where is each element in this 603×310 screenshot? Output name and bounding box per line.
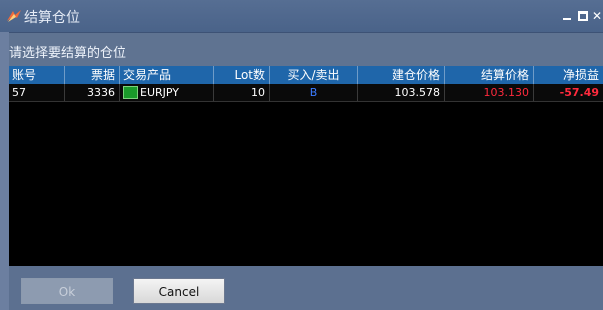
cell-lots: 10 [214, 84, 270, 101]
column-header-close-price[interactable]: 结算价格 [445, 66, 534, 84]
flag-icon [123, 85, 138, 99]
window-frame [0, 32, 9, 310]
cell-ticket: 3336 [65, 84, 120, 101]
cell-close-price: 103.130 [445, 84, 534, 101]
title-bar[interactable]: 结算仓位 ✕ [0, 0, 603, 33]
cell-pnl: -57.49 [559, 86, 599, 99]
column-header-account[interactable]: 账号 [9, 66, 65, 84]
table-row[interactable]: 57 3336 EURJPY 10 B 103.578 103.130 -57.… [9, 84, 603, 102]
cell-symbol: EURJPY [120, 84, 214, 101]
cell-open-price: 103.578 [358, 84, 445, 101]
table-header: 账号 票据 交易产品 Lot数 买入/卖出 建仓价格 结算价格 净损益 [9, 66, 603, 84]
column-header-ticket[interactable]: 票据 [65, 66, 120, 84]
maximize-button[interactable] [578, 11, 588, 21]
button-bar: Ok Cancel [9, 266, 603, 310]
ok-button[interactable]: Ok [21, 278, 113, 304]
column-header-lots[interactable]: Lot数 [214, 66, 270, 84]
cell-side: B [270, 84, 358, 101]
close-icon[interactable]: ✕ [592, 10, 602, 22]
column-header-side[interactable]: 买入/卖出 [270, 66, 358, 84]
app-logo-icon [7, 10, 21, 22]
column-header-open-price[interactable]: 建仓价格 [358, 66, 445, 84]
positions-table[interactable]: 账号 票据 交易产品 Lot数 买入/卖出 建仓价格 结算价格 净损益 57 3… [9, 66, 603, 266]
close-position-window: 结算仓位 ✕ 请选择要结算的仓位 账号 票据 交易产品 Lot数 买入/卖出 建… [0, 0, 603, 310]
instruction-text: 请选择要结算的仓位 [9, 46, 127, 61]
window-title: 结算仓位 [24, 10, 80, 26]
minimize-button[interactable] [562, 11, 572, 21]
cancel-button[interactable]: Cancel [133, 278, 225, 304]
cell-account: 57 [9, 84, 65, 101]
column-header-pnl[interactable]: 净损益 [534, 66, 603, 84]
column-header-symbol[interactable]: 交易产品 [120, 66, 214, 84]
symbol-text: EURJPY [140, 86, 179, 99]
